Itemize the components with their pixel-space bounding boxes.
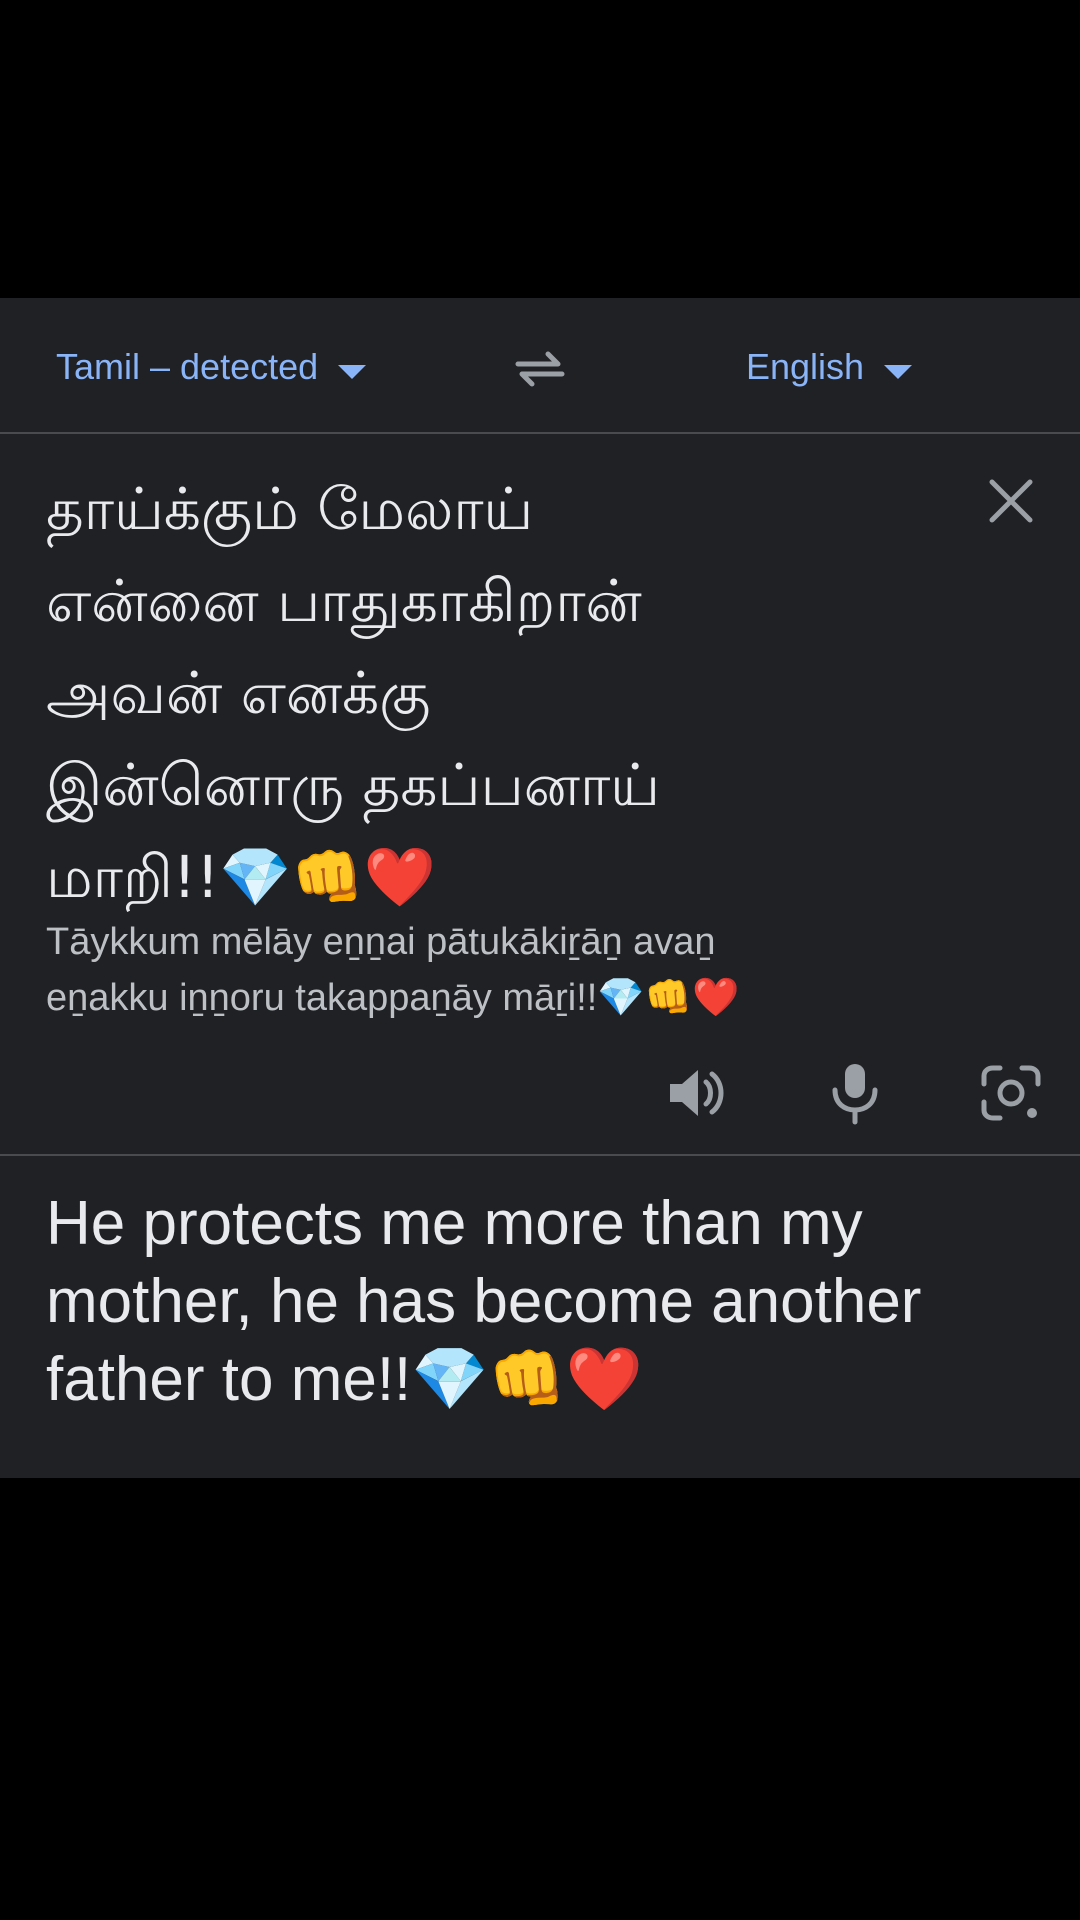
clear-text-button[interactable] xyxy=(984,474,1038,528)
language-bar: Tamil – detected English xyxy=(0,298,1080,432)
divider xyxy=(0,432,1080,434)
close-icon xyxy=(989,479,1033,523)
camera-input-button[interactable] xyxy=(976,1058,1046,1128)
target-language-selector[interactable]: English xyxy=(746,342,913,392)
chevron-down-icon xyxy=(884,365,913,379)
swap-languages-icon xyxy=(515,351,565,387)
translation-text: He protects me more than my mother, he h… xyxy=(46,1189,922,1414)
microphone-icon xyxy=(832,1064,878,1125)
source-text[interactable]: தாய்க்கும் மேலாய் என்னை பாதுகாகிறான் அவன… xyxy=(46,463,926,923)
swap-languages-button[interactable] xyxy=(508,338,572,398)
divider xyxy=(0,1154,1080,1156)
translate-panel: Tamil – detected English தாய்க்கும் மேலா… xyxy=(0,298,1080,1478)
chevron-down-icon xyxy=(338,365,367,379)
transliteration-text: Tāykkum mēlāy eṉṉai pātukākiṟāṉ avaṉ eṉa… xyxy=(46,921,740,1019)
camera-lens-icon xyxy=(981,1065,1041,1121)
voice-input-button[interactable] xyxy=(820,1058,890,1128)
source-language-label: Tamil – detected xyxy=(56,346,319,387)
source-language-selector[interactable]: Tamil – detected xyxy=(56,342,367,392)
speaker-icon xyxy=(670,1070,724,1116)
target-language-label: English xyxy=(746,346,865,387)
listen-button[interactable] xyxy=(662,1058,732,1128)
